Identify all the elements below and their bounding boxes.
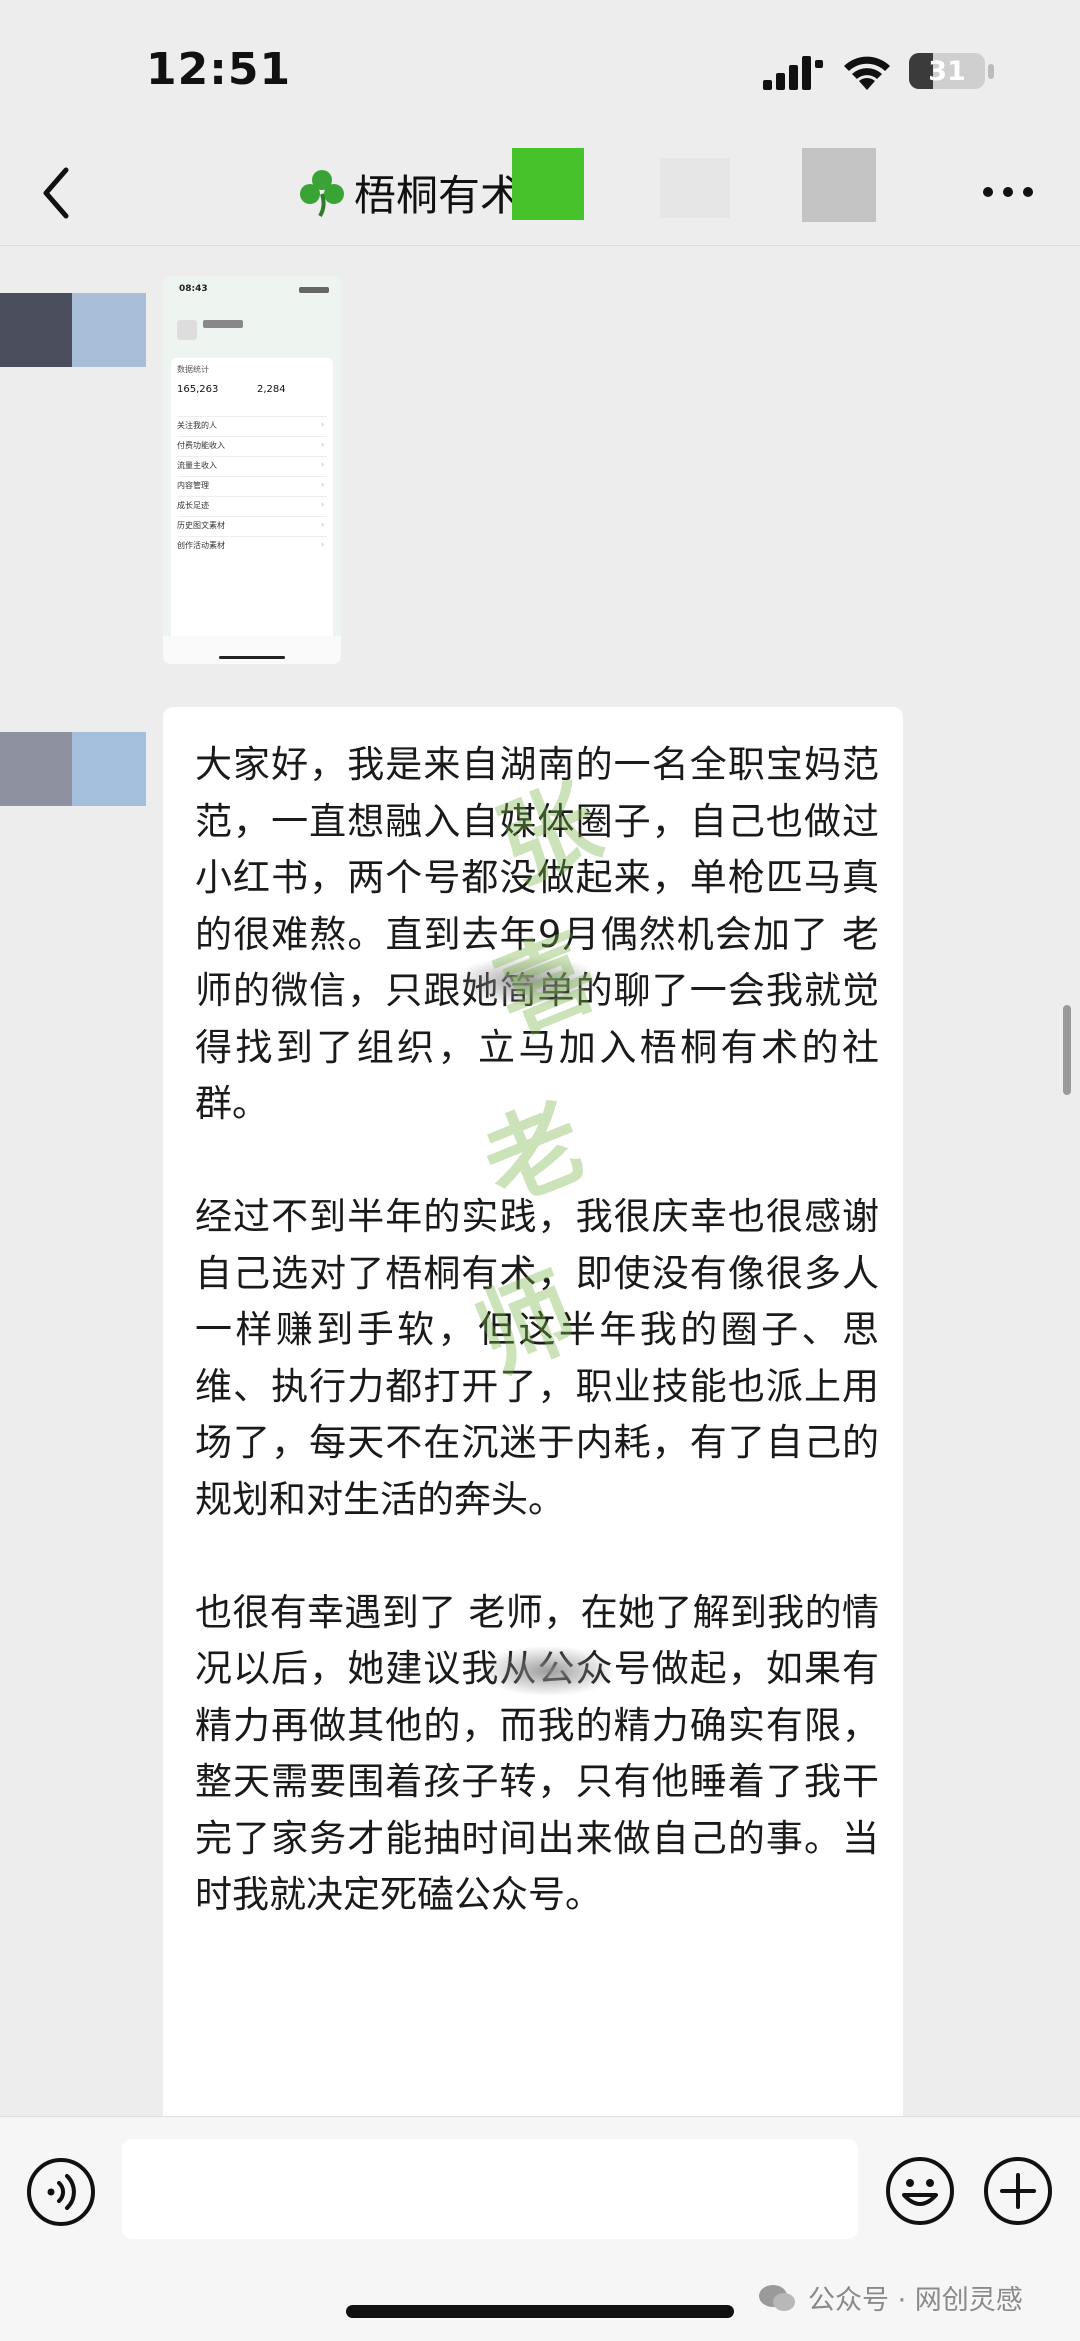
thumb-divider	[177, 536, 327, 537]
thumb-divider	[177, 496, 327, 497]
thumb-divider	[177, 436, 327, 437]
censor-mosaic	[802, 148, 876, 222]
thumb-dashboard-card: 数据统计 165,263 2,284 关注我的人 › 付费功能收入 › 流量主收入 › 内容…	[171, 358, 333, 664]
battery-indicator: 31	[909, 53, 985, 89]
battery-percentage: 31	[928, 55, 966, 87]
thumb-divider	[177, 516, 327, 517]
thumb-row-label: 流量主收入	[177, 461, 217, 470]
thumb-home-indicator	[219, 656, 285, 659]
chat-title: 梧桐有术	[296, 160, 522, 224]
censor-mosaic	[660, 158, 730, 218]
thumb-row-label: 成长足迹	[177, 501, 209, 510]
thumb-divider	[177, 456, 327, 457]
more-dots-icon[interactable]	[982, 180, 1034, 204]
thumb-avatar	[177, 320, 197, 340]
thumb-divider	[177, 476, 327, 477]
source-watermark: 公众号 · 网创灵感	[758, 2278, 1023, 2317]
chevron-left-icon[interactable]	[36, 164, 76, 222]
thumb-row-label: 关注我的人	[177, 421, 217, 430]
thumb-row-label: 内容管理	[177, 481, 209, 490]
thumb-stat-reads: 2,284	[257, 384, 286, 395]
image-message[interactable]: 08:43 数据统计 165,263 2,284 关注我的人 › 付费功能收入 › 流量…	[163, 276, 341, 664]
avatar-mosaic	[72, 732, 146, 806]
chevron-right-icon: ›	[321, 520, 325, 529]
chevron-right-icon: ›	[321, 500, 325, 509]
source-watermark-text: 公众号 · 网创灵感	[808, 2285, 1023, 2316]
chat-title-text: 梧桐有术	[354, 170, 523, 220]
thumb-status-icons	[299, 287, 329, 293]
avatar-mosaic	[0, 293, 72, 367]
chat-header: 梧桐有术	[0, 140, 1080, 246]
scrollbar[interactable]	[1063, 1005, 1071, 1095]
wechat-official-account-icon	[759, 2284, 795, 2311]
wifi-icon	[844, 56, 890, 90]
shamrock-icon	[300, 170, 344, 218]
voice-input-icon[interactable]	[26, 2157, 96, 2227]
thumb-status-time: 08:43	[179, 284, 208, 294]
thumb-heading: 数据统计	[177, 365, 209, 374]
message-paragraph: 也很有幸遇到了 老师，在她了解到我的情况以后，她建议我从公众号做起，如果有精力再…	[195, 1590, 879, 1917]
home-indicator[interactable]	[346, 2305, 734, 2318]
chevron-right-icon: ›	[321, 540, 325, 549]
thumb-tab-bar	[163, 636, 341, 664]
chevron-right-icon: ›	[321, 480, 325, 489]
plus-circle-icon[interactable]	[982, 2155, 1054, 2227]
status-time: 12:51	[146, 44, 292, 95]
avatar-mosaic	[0, 732, 72, 806]
thumb-divider	[177, 416, 327, 417]
censor-blur	[483, 1647, 613, 1695]
chevron-right-icon: ›	[321, 440, 325, 449]
chevron-right-icon: ›	[321, 420, 325, 429]
status-bar: 12:51 31	[0, 0, 1080, 140]
text-message[interactable]: 大家好，我是来自湖南的一名全职宝妈范范，一直想融入自媒体圈子，自己也做过小红书，…	[163, 707, 903, 2127]
sender-avatar[interactable]	[0, 732, 146, 806]
thumb-row-label: 历史图文素材	[177, 521, 225, 530]
message-input[interactable]	[122, 2139, 858, 2239]
thumb-stat-followers: 165,263	[177, 384, 219, 395]
chevron-right-icon: ›	[321, 460, 325, 469]
thumb-row-label: 付费功能收入	[177, 441, 225, 450]
thumb-row-label: 创作活动素材	[177, 541, 225, 550]
avatar-mosaic	[72, 293, 146, 367]
cellular-signal-icon	[763, 56, 823, 90]
censor-mosaic	[512, 148, 584, 220]
sender-avatar[interactable]	[0, 293, 146, 367]
thumb-account-name	[203, 320, 243, 328]
emoji-icon[interactable]	[884, 2155, 956, 2227]
battery-cap	[988, 64, 994, 79]
